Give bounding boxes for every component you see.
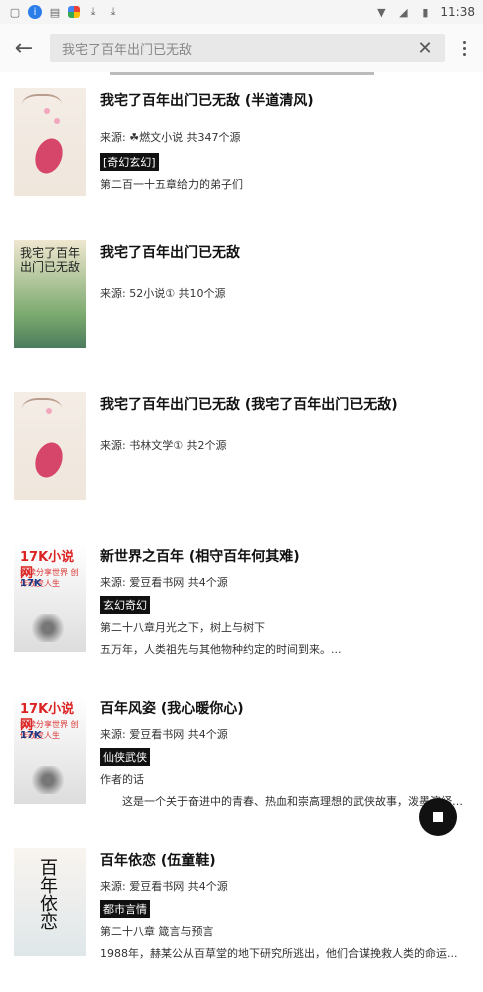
battery-icon: ▮ <box>422 5 429 19</box>
book-title: 百年依恋 (伍童鞋) <box>100 853 216 869</box>
status-left-icons: ▢ i ▤ ⤓ ⤓ <box>8 5 120 19</box>
cover-title: 我宅了百年出门已无敌 <box>20 246 81 275</box>
cover-title: 百年依恋 <box>37 858 58 930</box>
list-item[interactable]: 我宅了百年出门已无敌 (我宅了百年出门已无敌) 来源: 书林文学① 共2个源 <box>0 384 483 520</box>
book-cover: 17K小说网 阅读分享世界 创作改变人生 17K <box>14 544 86 652</box>
cover-logo: 17K <box>20 730 42 741</box>
book-cover: 我宅了百年出门已无敌 <box>14 240 86 348</box>
book-title: 新世界之百年 (相守百年何其难) <box>100 549 300 565</box>
search-box[interactable]: ✕ <box>50 34 445 62</box>
book-intro: 1988年，赫某公从百草堂的地下研究所逃出，他们合谋挽救人类的命运... <box>100 947 458 960</box>
book-intro: 这是一个关于奋进中的青春、热血和崇高理想的武侠故事，泼墨演绎中... <box>100 795 469 808</box>
book-title: 我宅了百年出门已无敌 <box>100 245 240 261</box>
book-title: 我宅了百年出门已无敌 (半道清风) <box>100 93 314 109</box>
book-source: 来源: 书林文学① 共2个源 <box>100 439 227 452</box>
book-chapter: 作者的话 <box>100 773 144 786</box>
book-intro: 五万年，人类祖先与其他物种约定的时间到来。... <box>100 643 342 656</box>
list-item[interactable]: 我宅了百年出门已无敌 我宅了百年出门已无敌 来源: 52小说① 共10个源 <box>0 232 483 368</box>
book-cover <box>14 392 86 500</box>
book-cover: 17K小说网 阅读分享世界 创作改变人生 17K <box>14 696 86 804</box>
book-source: 来源: 爱豆看书网 共4个源 <box>100 728 228 741</box>
list-item[interactable]: 百年依恋 百年依恋 (伍童鞋) 来源: 爱豆看书网 共4个源 都市言情 第二十八… <box>0 840 483 976</box>
wifi-icon: ▼ <box>377 5 386 19</box>
status-right: ▼ ◢ ▮ 11:38 <box>374 5 475 19</box>
book-tag: 仙侠武侠 <box>100 748 150 766</box>
loading-progress-bar <box>110 72 374 75</box>
status-time: 11:38 <box>440 5 475 19</box>
book-chapter: 第二百一十五章给力的弟子们 <box>100 178 243 191</box>
info-icon: i <box>28 5 42 19</box>
notification-icon: ▢ <box>9 5 21 19</box>
book-tag: 玄幻奇幻 <box>100 596 150 614</box>
more-menu-button[interactable] <box>455 40 473 56</box>
stop-button[interactable] <box>419 798 457 836</box>
stop-icon <box>433 812 443 822</box>
list-item[interactable]: 我宅了百年出门已无敌 (半道清风) 来源: ☘燃文小说 共347个源 [奇幻玄幻… <box>0 80 483 216</box>
message-icon: ▤ <box>49 5 61 19</box>
book-source: 来源: ☘燃文小说 共347个源 <box>100 131 241 144</box>
list-item[interactable]: 17K小说网 阅读分享世界 创作改变人生 17K 新世界之百年 (相守百年何其难… <box>0 536 483 672</box>
search-results-list: 我宅了百年出门已无敌 (半道清风) 来源: ☘燃文小说 共347个源 [奇幻玄幻… <box>0 80 483 992</box>
signal-icon: ◢ <box>399 5 408 19</box>
download-icon: ⤓ <box>90 5 96 18</box>
book-cover: 百年依恋 <box>14 848 86 956</box>
cover-logo: 17K <box>20 578 42 589</box>
back-button[interactable]: ← <box>8 32 40 64</box>
download-icon: ⤓ <box>110 5 116 18</box>
clear-icon[interactable]: ✕ <box>415 38 435 59</box>
search-input[interactable] <box>60 39 415 57</box>
book-source: 来源: 爱豆看书网 共4个源 <box>100 880 228 893</box>
search-toolbar: ← ✕ <box>0 24 483 72</box>
book-title: 百年风姿 (我心暖你心) <box>100 701 244 717</box>
list-item[interactable]: 17K小说网 阅读分享世界 创作改变人生 17K 百年风姿 (我心暖你心) 来源… <box>0 688 483 824</box>
book-title: 我宅了百年出门已无敌 (我宅了百年出门已无敌) <box>100 397 398 413</box>
back-arrow-icon: ← <box>14 35 34 61</box>
photos-icon <box>68 6 80 18</box>
book-chapter: 第二十八章 箴言与预言 <box>100 925 214 938</box>
book-tag: 都市言情 <box>100 900 150 918</box>
book-cover <box>14 88 86 196</box>
book-source: 来源: 52小说① 共10个源 <box>100 287 226 300</box>
book-source: 来源: 爱豆看书网 共4个源 <box>100 576 228 589</box>
status-bar: ▢ i ▤ ⤓ ⤓ ▼ ◢ ▮ 11:38 <box>0 0 483 24</box>
book-tag: [奇幻玄幻] <box>100 153 159 171</box>
book-chapter: 第二十八章月光之下，树上与树下 <box>100 621 265 634</box>
